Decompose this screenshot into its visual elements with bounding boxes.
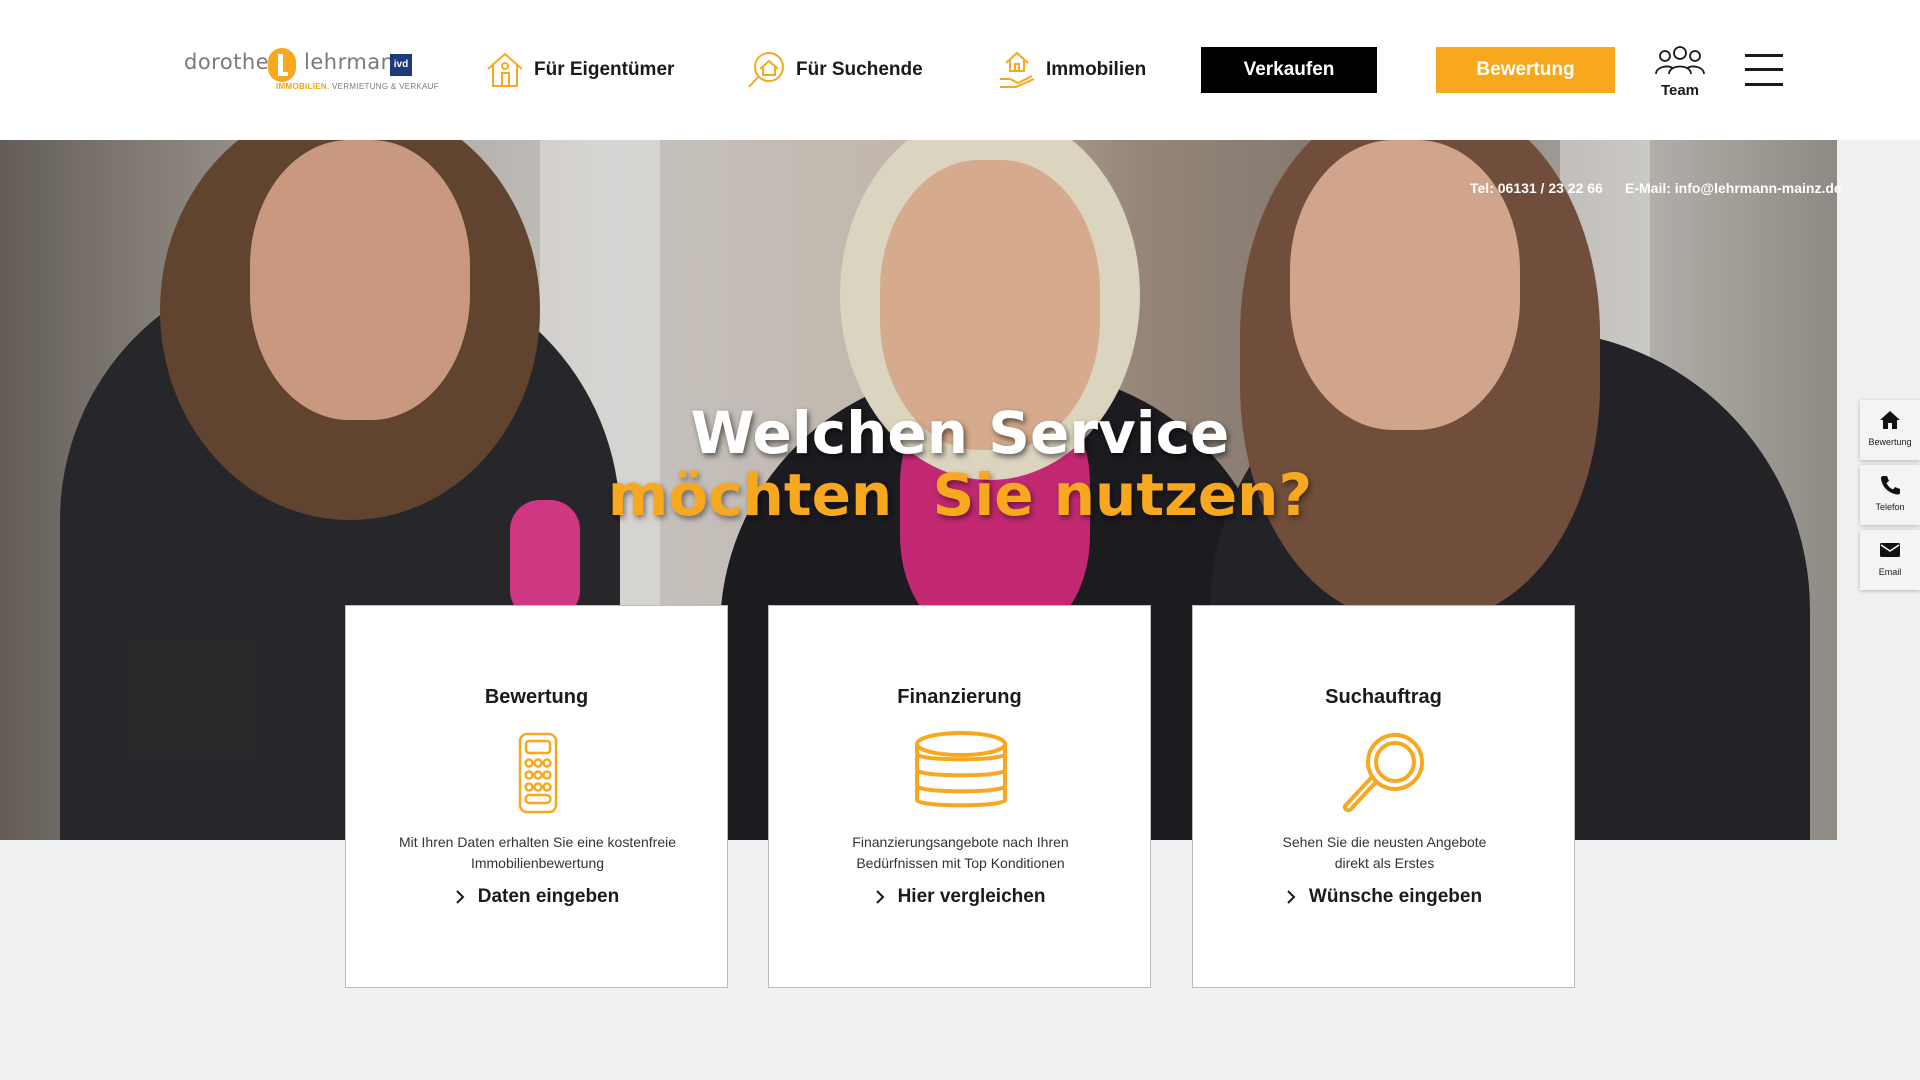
card-cta-label: Hier vergleichen [897, 886, 1046, 907]
chevron-right-icon [456, 890, 465, 904]
hero-headline-line1: Welchen Service [690, 399, 1230, 467]
card-description-line1: Finanzierungsangebote nach Ihren [852, 834, 1069, 850]
nav-owners-label: Für Eigentümer [534, 59, 675, 80]
nav-owners[interactable]: Für Eigentümer [484, 48, 674, 92]
side-valuation-label: Bewertung [1868, 437, 1912, 447]
search-house-icon [748, 52, 784, 88]
team-link[interactable]: Team [1650, 44, 1710, 100]
nav-properties-label: Immobilien [1046, 59, 1147, 80]
contact-phone[interactable]: Tel: 06131 / 23 22 66 [1470, 180, 1603, 196]
card-description: Finanzierungsangebote nach Ihren Bedürfn… [789, 832, 1132, 874]
side-phone-label: Telefon [1875, 502, 1905, 512]
card-description-line2: Immobilienbewertung [470, 855, 605, 871]
menu-icon[interactable] [1745, 54, 1783, 86]
contact-email[interactable]: E-Mail: info@lehrmann-mainz.de [1625, 180, 1842, 196]
sell-button[interactable]: Verkaufen [1201, 47, 1377, 93]
card-description-line2: Bedürfnissen mit Top Konditionen [856, 855, 1065, 871]
team-label: Team [1660, 82, 1700, 99]
card-title: Suchauftrag [1325, 686, 1442, 708]
service-card-search-order: Suchauftrag Sehen Sie die neusten Angebo… [1192, 605, 1575, 988]
hero-headline: Welchen Service möchten Sie nutzen? [560, 402, 1360, 526]
card-description-line2: direkt als Erstes [1334, 855, 1435, 871]
card-cta-link[interactable]: Daten eingeben [346, 886, 727, 908]
card-description: Mit Ihren Daten erhalten Sie eine kosten… [366, 832, 709, 874]
home-icon [1880, 411, 1900, 429]
side-email-label: Email [1878, 567, 1902, 577]
menu-line [1745, 54, 1783, 57]
card-cta-label: Wünsche eingeben [1308, 886, 1483, 907]
side-email-button[interactable]: Email [1860, 530, 1920, 590]
team-icon [1655, 46, 1705, 75]
page: dorothea lehrmann ivd IMMOBILIEN. VERMIE… [0, 0, 1920, 1080]
magnifier-icon [1342, 733, 1424, 813]
coins-icon [915, 731, 1007, 808]
service-card-financing: Finanzierung Finanzierungsangebote nach … [768, 605, 1151, 988]
logo-tagline-accent: IMMOBILIEN [276, 82, 327, 91]
chevron-right-icon [875, 890, 884, 904]
logo-tagline-rest: VERMIETUNG & VERKAUF [332, 82, 439, 91]
nav-seekers-label: Für Suchende [796, 59, 923, 80]
card-title: Finanzierung [897, 686, 1022, 708]
house-icon [487, 52, 523, 87]
menu-line [1745, 68, 1783, 71]
side-phone-button[interactable]: Telefon [1860, 465, 1920, 525]
phone-icon [1881, 476, 1900, 495]
card-title: Bewertung [484, 686, 589, 708]
brand-logo[interactable]: dorothea lehrmann ivd IMMOBILIEN. VERMIE… [184, 46, 439, 96]
side-valuation-button[interactable]: Bewertung [1860, 400, 1920, 460]
hand-house-icon [1000, 51, 1035, 88]
site-header: dorothea lehrmann ivd IMMOBILIEN. VERMIE… [0, 0, 1920, 140]
logo-tagline: IMMOBILIEN. VERMIETUNG & VERKAUF [276, 82, 439, 91]
chevron-right-icon [1287, 890, 1296, 904]
calculator-icon [518, 732, 558, 814]
card-description-line1: Sehen Sie die neusten Angebote [1282, 834, 1487, 850]
card-cta-link[interactable]: Hier vergleichen [769, 886, 1150, 908]
nav-properties[interactable]: Immobilien [996, 48, 1146, 92]
ivd-badge: ivd [390, 54, 412, 76]
card-description-line1: Mit Ihren Daten erhalten Sie eine kosten… [398, 834, 677, 850]
card-description: Sehen Sie die neusten Angebote direkt al… [1213, 832, 1556, 874]
mail-icon [1880, 543, 1900, 557]
nav-seekers[interactable]: Für Suchende [746, 48, 923, 92]
card-cta-link[interactable]: Wünsche eingeben [1193, 886, 1574, 908]
service-card-valuation: Bewertung Mit Ihren Daten erhalten Sie e… [345, 605, 728, 988]
card-cta-label: Daten eingeben [477, 886, 620, 907]
valuation-button[interactable]: Bewertung [1436, 47, 1615, 93]
menu-line [1745, 83, 1783, 86]
hero-headline-line2: möchten Sie nutzen? [607, 461, 1313, 529]
logo-mark-icon [268, 48, 296, 82]
